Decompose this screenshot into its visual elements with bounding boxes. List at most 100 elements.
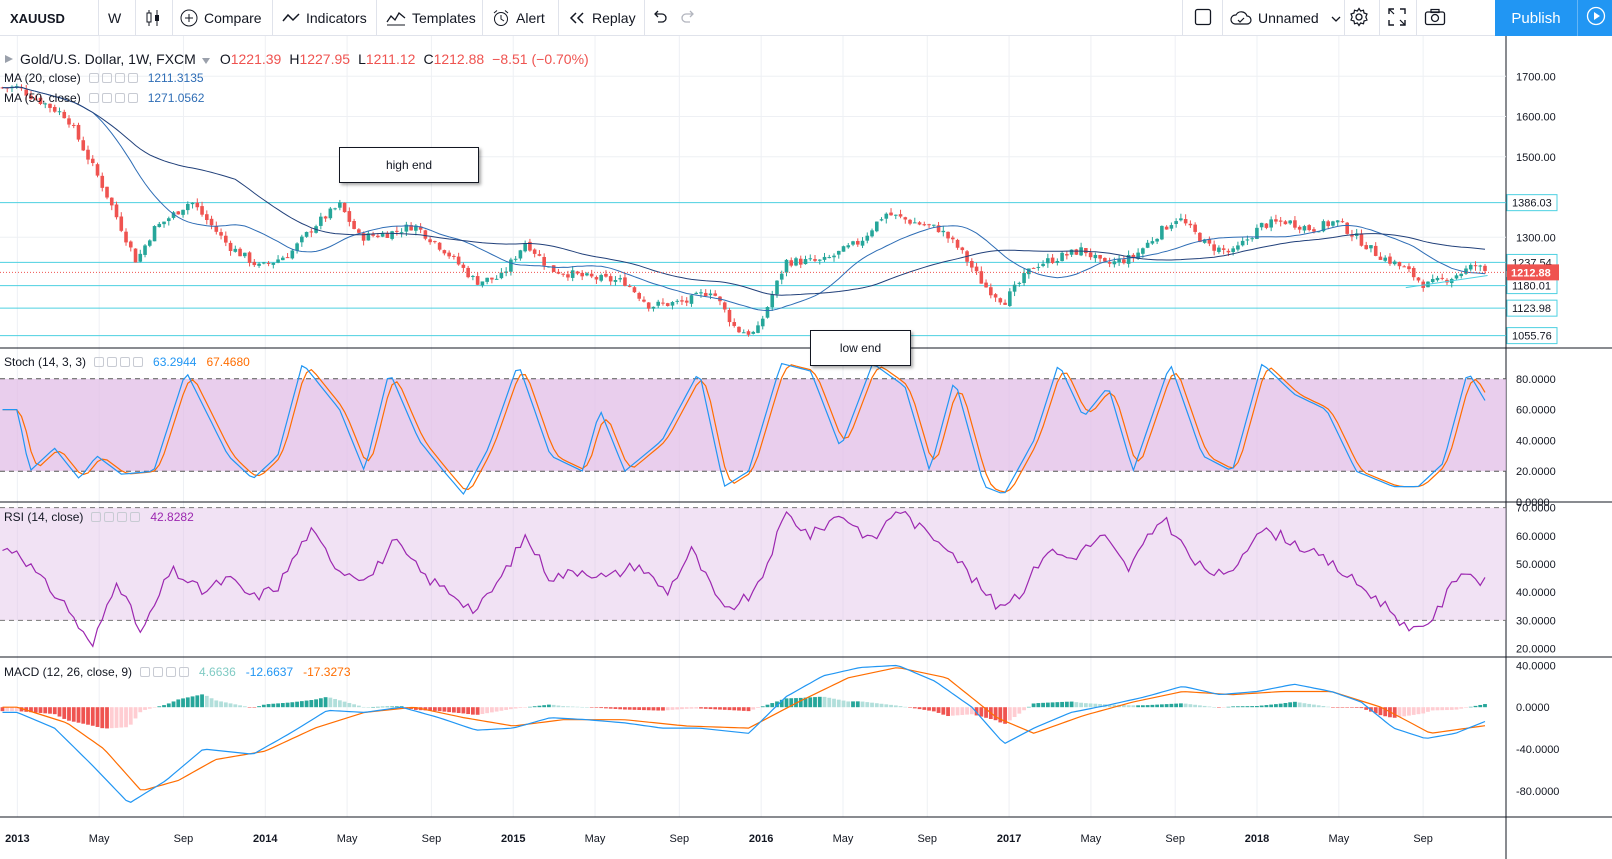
candle-body (1483, 265, 1487, 271)
macd-histogram-bar (485, 707, 490, 714)
indicators-button[interactable]: Indicators (282, 0, 374, 36)
plus-icon[interactable] (166, 667, 177, 677)
high-end-note[interactable]: high end (339, 147, 479, 183)
eye-icon[interactable] (94, 357, 105, 367)
close-icon[interactable] (179, 667, 190, 677)
eye-icon[interactable] (140, 667, 151, 677)
macd-histogram-bar (718, 707, 722, 710)
candle-body (922, 224, 927, 226)
ma20-legend[interactable]: MA (20, close) 1211.3135 (4, 71, 204, 85)
candle-body (1046, 258, 1050, 264)
interval-selector[interactable]: W (108, 0, 130, 36)
gear-icon[interactable] (101, 93, 112, 103)
stoch-label: Stoch (14, 3, 3) (4, 355, 87, 369)
macd-histogram-bar (442, 707, 447, 712)
macd-axis-label: -80.0000 (1516, 786, 1559, 798)
plus-icon[interactable] (120, 357, 131, 367)
symbol-search[interactable]: XAUUSD (10, 0, 96, 36)
candle-body (1331, 221, 1335, 226)
macd-histogram-bar (1207, 706, 1212, 708)
macd-histogram-bar (1145, 705, 1150, 708)
fullscreen-button[interactable] (1388, 0, 1408, 36)
close-icon[interactable] (130, 512, 141, 522)
macd-histogram-bar (1226, 706, 1231, 708)
snapshot-button[interactable] (1424, 0, 1446, 36)
layout-name-dropdown[interactable]: Unnamed (1230, 0, 1342, 36)
candle-body (984, 282, 988, 288)
macd-histogram-bar (285, 702, 290, 708)
time-axis-label: May (337, 833, 358, 845)
candle-body (262, 262, 266, 264)
candle-body (1036, 266, 1041, 268)
candle-body (71, 124, 76, 126)
publish-button[interactable]: Publish (1495, 0, 1577, 36)
macd-histogram-bar (680, 707, 684, 710)
gear-icon[interactable] (153, 667, 164, 677)
chart-type-button[interactable] (144, 0, 166, 36)
gear-icon[interactable] (101, 73, 112, 83)
low-end-note[interactable]: low end (810, 330, 911, 366)
stoch-legend[interactable]: Stoch (14, 3, 3) 63.2944 67.4680 (4, 355, 250, 369)
candle-body (1174, 221, 1178, 224)
publish-menu-button[interactable] (1577, 0, 1612, 36)
plus-icon[interactable] (117, 512, 128, 522)
plus-icon[interactable] (114, 93, 125, 103)
macd-line (2, 664, 1486, 803)
eye-icon[interactable] (91, 512, 102, 522)
alert-button[interactable]: Alert (492, 0, 552, 36)
fullscreen-toggle-button[interactable] (1194, 0, 1214, 36)
candle-body (765, 307, 770, 318)
macd-histogram-bar (751, 707, 756, 710)
macd-histogram-bar (109, 707, 114, 729)
candle-body (1155, 238, 1159, 242)
chevron-down-icon[interactable] (201, 51, 210, 67)
candle-body (456, 256, 461, 265)
time-axis-label: Sep (917, 833, 937, 845)
candle-body (585, 273, 589, 276)
candle-body (623, 277, 627, 286)
plus-icon[interactable] (114, 73, 125, 83)
time-axis-label: Sep (174, 833, 194, 845)
candle-body (927, 224, 931, 226)
time-axis-label: May (89, 833, 110, 845)
macd-histogram-bar (917, 707, 922, 710)
candle-body (1107, 261, 1112, 264)
macd-histogram-bar (1150, 704, 1155, 708)
macd-histogram-bar (950, 707, 955, 716)
templates-button[interactable]: Templates (386, 0, 478, 36)
rsi-legend[interactable]: RSI (14, close) 42.8282 (4, 510, 194, 524)
macd-histogram-bar (1269, 704, 1274, 708)
macd-histogram-bar (1079, 702, 1084, 708)
settings-button[interactable] (1349, 0, 1369, 36)
candle-body (775, 280, 779, 295)
collapse-legend-icon[interactable] (4, 51, 14, 67)
candle-body (1259, 222, 1264, 228)
undo-button[interactable] (652, 0, 668, 36)
eye-icon[interactable] (88, 73, 99, 83)
candle-body (433, 241, 437, 243)
compare-button[interactable]: Compare (180, 0, 270, 36)
macd-histogram-bar (447, 707, 452, 713)
candle-body (1164, 226, 1169, 230)
candle-body (722, 302, 727, 310)
redo-button[interactable] (680, 0, 696, 36)
candle-body (133, 248, 138, 263)
close-icon[interactable] (133, 357, 144, 367)
macd-histogram-bar (1031, 703, 1036, 708)
close-icon[interactable] (127, 93, 138, 103)
candle-body (665, 303, 670, 306)
candle-body (485, 277, 489, 282)
gear-icon[interactable] (107, 357, 118, 367)
chart-canvas[interactable]: 1700.001600.001500.001300.001386.031237.… (0, 36, 1612, 859)
candle-body (737, 326, 741, 333)
ma50-legend[interactable]: MA (50, close) 1271.0562 (4, 91, 204, 105)
macd-histogram-bar (608, 707, 613, 709)
eye-icon[interactable] (88, 93, 99, 103)
macd-histogram-bar (261, 704, 266, 708)
macd-legend[interactable]: MACD (12, 26, close, 9) 4.6636 -12.6637 … (4, 665, 351, 679)
replay-button[interactable]: Replay (568, 0, 638, 36)
rsi-axis-label: 40.0000 (1516, 587, 1556, 599)
close-icon[interactable] (127, 73, 138, 83)
macd-histogram-bar (585, 707, 589, 708)
gear-icon[interactable] (104, 512, 115, 522)
